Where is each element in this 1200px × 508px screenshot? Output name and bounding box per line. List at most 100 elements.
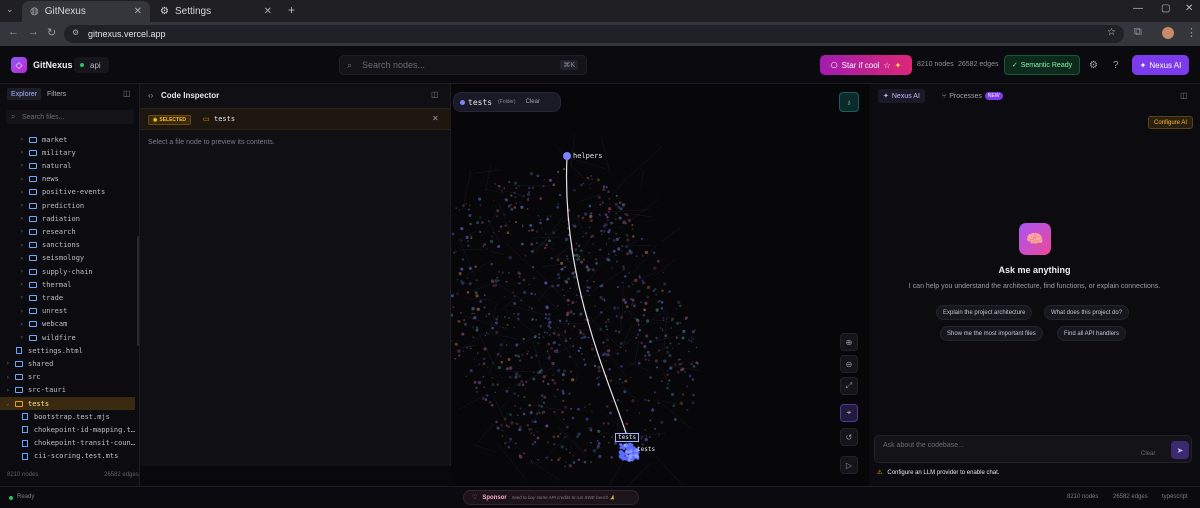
chevron-right-icon[interactable]: › [20,189,29,196]
back-icon[interactable]: ← [8,26,19,38]
chevron-right-icon[interactable]: › [6,360,15,367]
collapse-panel-icon[interactable]: ◫ [123,89,131,98]
star-button[interactable]: ⎔ Star if cool ☆ ✦ [820,55,912,75]
tab-gitnexus[interactable]: ◍ GitNexus ✕ [22,1,150,22]
close-window-icon[interactable]: ✕ [1185,3,1193,14]
file-tree-folder[interactable]: › trade [0,291,135,304]
file-tree-file[interactable]: chokepoint-transit-coun… [0,437,135,450]
collapse-right-panel-icon[interactable]: ◫ [1180,91,1188,100]
zoom-out-button[interactable]: ⊖ [840,355,858,373]
file-tree-folder[interactable]: › src [0,371,135,384]
chevron-right-icon[interactable]: › [20,321,29,328]
chevron-right-icon[interactable]: › [20,334,29,341]
file-tree-file[interactable]: settings.html [0,344,135,357]
chevron-down-icon[interactable]: ⌄ [6,400,15,407]
sponsor-button[interactable]: ♡ Sponsor need to buy some API credits t… [463,490,639,505]
chevron-right-icon[interactable]: › [20,149,29,156]
configure-ai-button[interactable]: Configure AI [1148,116,1194,129]
node-search-input[interactable]: ⌕ Search nodes... ⌘K [339,55,587,75]
maximize-icon[interactable]: ▢ [1161,3,1170,14]
tab-nexus-ai[interactable]: ✦ Nexus AI [878,89,925,103]
zoom-in-button[interactable]: ⊕ [840,333,858,351]
nexus-ai-button[interactable]: ✦ Nexus AI [1132,55,1189,75]
chat-input[interactable]: Ask about the codebase... Clear ➤ [874,435,1192,463]
file-tree-folder[interactable]: › natural [0,159,135,172]
tab-processes[interactable]: ⑂ Processes NEW [937,89,1008,103]
file-tree-folder[interactable]: › shared [0,357,135,370]
file-tree-folder[interactable]: › military [0,146,135,159]
site-info-icon[interactable]: ⚙ [72,28,79,37]
chevron-right-icon[interactable]: › [20,176,29,183]
file-tree-folder[interactable]: › sanctions [0,239,135,252]
collapse-inspector-icon[interactable]: ◫ [431,90,439,99]
close-tab-icon[interactable]: ✕ [264,6,272,17]
minimize-icon[interactable]: — [1133,3,1143,14]
suggestion-chip[interactable]: Explain the project architecture [936,305,1033,320]
extensions-icon[interactable]: ⧉ [1134,26,1142,39]
file-tree-folder[interactable]: › seismology [0,252,135,265]
file-tree-file[interactable]: chokepoint-id-mapping.t… [0,423,135,436]
chevron-right-icon[interactable]: › [20,136,29,143]
file-tree-folder[interactable]: › webcam [0,318,135,331]
menu-icon[interactable]: ⋮ [1186,26,1197,39]
suggestion-chip[interactable]: What does this project do? [1044,305,1130,320]
file-tree-folder[interactable]: › thermal [0,278,135,291]
chevron-right-icon[interactable]: › [20,255,29,262]
file-tree-file[interactable]: cii-scoring.test.mts [0,450,135,463]
new-tab-icon[interactable]: + [288,3,295,17]
focus-selection-button[interactable]: ⌖ [840,404,858,422]
file-tree-folder[interactable]: › unrest [0,305,135,318]
suggestion-chip[interactable]: Show me the most important files [940,326,1043,341]
reset-layout-button[interactable]: ↺ [840,428,858,446]
file-tree-folder[interactable]: › news [0,173,135,186]
chevron-right-icon[interactable]: › [6,374,15,381]
close-tab-icon[interactable]: ✕ [134,6,142,17]
chevron-right-icon[interactable]: › [20,202,29,209]
fit-view-button[interactable]: ⤢ [840,377,858,395]
file-tree-folder[interactable]: ⌄ tests [0,397,135,410]
file-tree-folder[interactable]: › positive-events [0,186,135,199]
graph-canvas[interactable]: tests (Folder) Clear ♁ helpers tests tes… [451,84,869,486]
close-selection-icon[interactable]: ✕ [432,114,439,123]
chevron-right-icon[interactable]: › [20,215,29,222]
help-icon[interactable]: ? [1113,60,1119,71]
pill-clear-button[interactable]: Clear [526,99,540,105]
url-text: gitnexus.vercel.app [88,29,166,39]
forward-icon[interactable]: → [28,26,39,38]
chevron-right-icon[interactable]: › [6,387,15,394]
reload-icon[interactable]: ↻ [47,26,56,39]
chevron-right-icon[interactable]: › [20,294,29,301]
file-tree-file[interactable]: bootstrap.test.mjs [0,410,135,423]
chevron-right-icon[interactable]: › [20,162,29,169]
url-bar[interactable]: ⚙ gitnexus.vercel.app ☆ [64,25,1124,43]
chat-clear-button[interactable]: Clear [1141,451,1155,457]
play-layout-button[interactable]: ▷ [840,456,858,474]
profile-avatar[interactable] [1162,27,1174,39]
file-search-input[interactable]: ⌕ Search files... [6,110,134,124]
tab-explorer[interactable]: Explorer [7,88,42,100]
file-tree-folder[interactable]: › src-tauri [0,384,135,397]
chevron-right-icon[interactable]: › [20,281,29,288]
suggestion-chip[interactable]: Find all API handlers [1057,326,1127,341]
tab-settings[interactable]: ⚙ Settings ✕ [152,1,280,22]
insight-bulb-button[interactable]: ♁ [839,92,859,112]
selected-badge-label: SELECTED [159,117,187,123]
file-tree-folder[interactable]: › market [0,133,135,146]
node-helpers[interactable] [563,152,571,160]
tab-list-icon[interactable]: ⌄ [6,4,14,15]
file-tree-folder[interactable]: › supply-chain [0,265,135,278]
settings-gear-icon[interactable]: ⚙ [1089,60,1098,71]
send-button[interactable]: ➤ [1171,441,1189,459]
graph-svg[interactable] [451,84,869,486]
bookmark-star-icon[interactable]: ☆ [1107,27,1116,38]
file-tree-folder[interactable]: › wildfire [0,331,135,344]
chevron-right-icon[interactable]: › [20,268,29,275]
chevron-right-icon[interactable]: › [20,242,29,249]
file-tree-folder[interactable]: › research [0,225,135,238]
tab-filters[interactable]: Filters [43,88,70,100]
file-tree-folder[interactable]: › prediction [0,199,135,212]
chevron-right-icon[interactable]: › [20,228,29,235]
chevron-right-icon[interactable]: › [20,308,29,315]
repo-badge[interactable]: api [74,57,109,73]
file-tree-folder[interactable]: › radiation [0,212,135,225]
